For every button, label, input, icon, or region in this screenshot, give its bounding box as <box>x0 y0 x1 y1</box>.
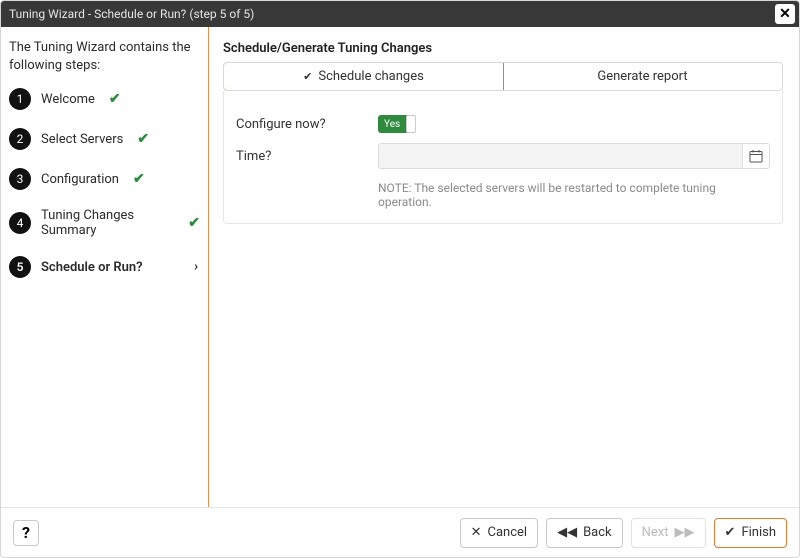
step-configuration[interactable]: 3 Configuration ✔ <box>9 166 200 192</box>
check-icon <box>303 69 318 84</box>
step-schedule-or-run[interactable]: 5 Schedule or Run? › <box>9 254 200 280</box>
tab-label: Schedule changes <box>318 69 423 84</box>
close-icon: ✕ <box>779 5 791 23</box>
dialog-title: Tuning Wizard - Schedule or Run? (step 5… <box>9 1 254 27</box>
toggle-knob <box>406 115 416 133</box>
tab-label: Generate report <box>597 69 687 84</box>
chevron-right-icon: › <box>194 260 198 275</box>
tab-schedule-changes[interactable]: Schedule changes <box>223 62 504 91</box>
step-number: 5 <box>9 256 31 278</box>
rewind-icon: ◀◀ <box>557 525 577 540</box>
sidebar: The Tuning Wizard contains the following… <box>1 27 209 507</box>
tab-generate-report[interactable]: Generate report <box>503 63 782 90</box>
step-select-servers[interactable]: 2 Select Servers ✔ <box>9 126 200 152</box>
step-number: 4 <box>9 212 31 234</box>
step-number: 3 <box>9 168 31 190</box>
step-number: 2 <box>9 128 31 150</box>
time-label: Time? <box>236 149 366 164</box>
step-label: Select Servers <box>41 132 123 147</box>
row-time: Time? <box>236 143 770 169</box>
titlebar: Tuning Wizard - Schedule or Run? (step 5… <box>1 1 799 27</box>
close-button[interactable]: ✕ <box>775 4 795 24</box>
step-label: Configuration <box>41 172 119 187</box>
forward-icon: ▶▶ <box>675 525 695 540</box>
finish-button[interactable]: ✔ Finish <box>714 518 787 548</box>
check-icon: ✔ <box>725 525 736 540</box>
restart-note: NOTE: The selected servers will be resta… <box>378 181 770 209</box>
check-icon: ✔ <box>109 91 121 107</box>
step-label: Tuning Changes Summary <box>41 208 174 238</box>
schedule-form: Configure now? Yes Time? <box>223 91 783 224</box>
button-label: Back <box>583 525 612 540</box>
calendar-icon <box>749 149 763 163</box>
next-button: Next ▶▶ <box>631 518 706 548</box>
dialog-body: The Tuning Wizard contains the following… <box>1 27 799 507</box>
row-configure-now: Configure now? Yes <box>236 115 770 133</box>
check-icon: ✔ <box>133 171 145 187</box>
calendar-button[interactable] <box>742 143 770 169</box>
panel-title: Schedule/Generate Tuning Changes <box>223 41 783 56</box>
button-label: Next <box>642 525 669 540</box>
time-input-group <box>378 143 770 169</box>
check-icon: ✔ <box>188 215 200 231</box>
footer: ? ✕ Cancel ◀◀ Back Next ▶▶ ✔ Finish <box>1 507 799 557</box>
toggle-text: Yes <box>384 119 400 130</box>
sidebar-intro: The Tuning Wizard contains the following… <box>9 39 200 74</box>
configure-now-label: Configure now? <box>236 117 366 132</box>
help-button[interactable]: ? <box>13 520 39 546</box>
tuning-wizard-dialog: Tuning Wizard - Schedule or Run? (step 5… <box>0 0 800 558</box>
step-number: 1 <box>9 88 31 110</box>
time-input[interactable] <box>378 143 742 169</box>
main-panel: Schedule/Generate Tuning Changes Schedul… <box>209 27 799 507</box>
tab-row: Schedule changes Generate report <box>223 62 783 91</box>
cancel-button[interactable]: ✕ Cancel <box>460 518 538 548</box>
button-label: Finish <box>741 525 776 540</box>
back-button[interactable]: ◀◀ Back <box>546 518 623 548</box>
configure-now-toggle[interactable]: Yes <box>378 115 416 133</box>
button-label: Cancel <box>488 525 528 540</box>
check-icon: ✔ <box>137 131 149 147</box>
step-welcome[interactable]: 1 Welcome ✔ <box>9 86 200 112</box>
step-tuning-changes-summary[interactable]: 4 Tuning Changes Summary ✔ <box>9 206 200 240</box>
step-label: Welcome <box>41 92 95 107</box>
step-list: 1 Welcome ✔ 2 Select Servers ✔ 3 Configu… <box>9 86 200 280</box>
step-label: Schedule or Run? <box>41 260 143 275</box>
close-icon: ✕ <box>471 525 482 540</box>
help-icon: ? <box>22 523 30 542</box>
